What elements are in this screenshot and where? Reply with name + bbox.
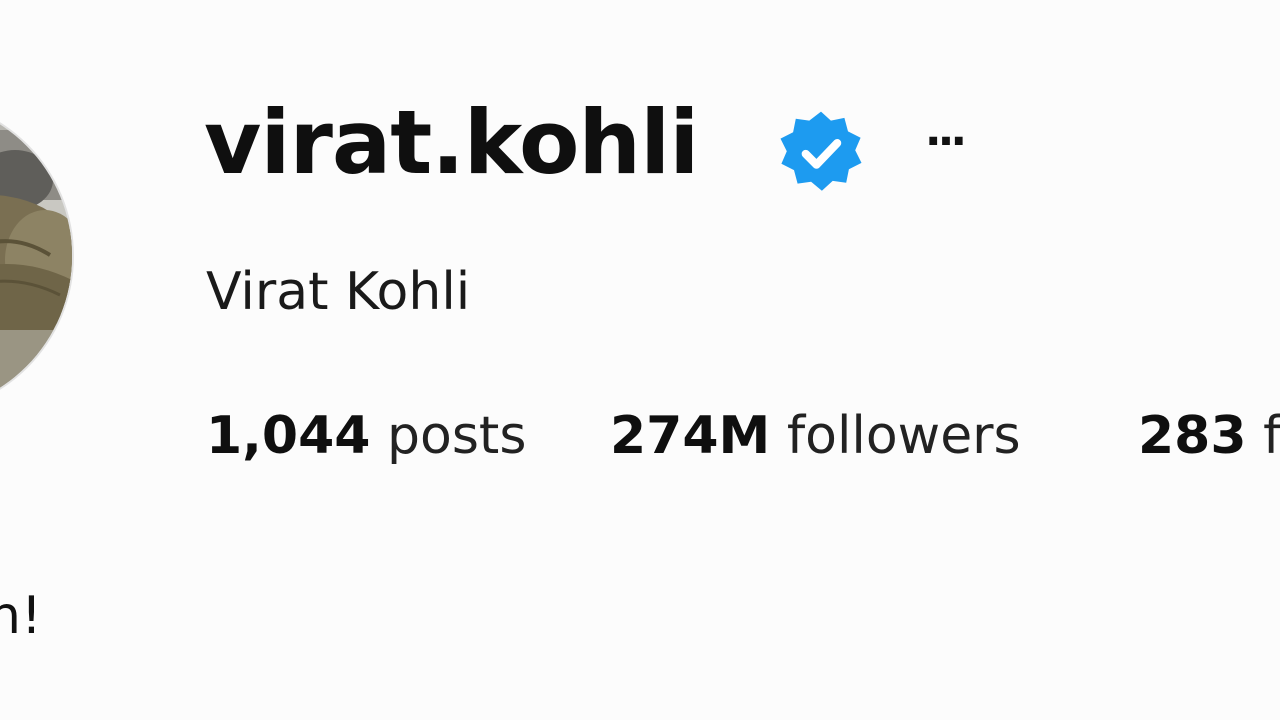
- following-stat[interactable]: 283 f: [1138, 400, 1280, 472]
- avatar-photo: [0, 100, 72, 412]
- profile-username: virat.kohli: [204, 91, 699, 194]
- posts-count: 1,044: [206, 406, 371, 466]
- followers-count: 274M: [610, 406, 771, 466]
- profile-header: virat.kohli ··· Virat Kohli 1,044 posts …: [0, 0, 1280, 720]
- posts-stat[interactable]: 1,044 posts: [206, 400, 526, 472]
- profile-full-name: Virat Kohli: [206, 262, 471, 322]
- posts-label: posts: [387, 406, 527, 466]
- verified-badge-icon: [776, 108, 866, 198]
- profile-avatar[interactable]: [0, 100, 72, 412]
- more-options-icon: ···: [924, 116, 967, 167]
- profile-bio: n!: [0, 586, 42, 646]
- followers-stat[interactable]: 274M followers: [610, 400, 1021, 472]
- more-options-button[interactable]: ···: [912, 120, 976, 180]
- following-count: 283: [1138, 406, 1247, 466]
- following-label: f: [1263, 406, 1280, 466]
- followers-label: followers: [786, 406, 1021, 466]
